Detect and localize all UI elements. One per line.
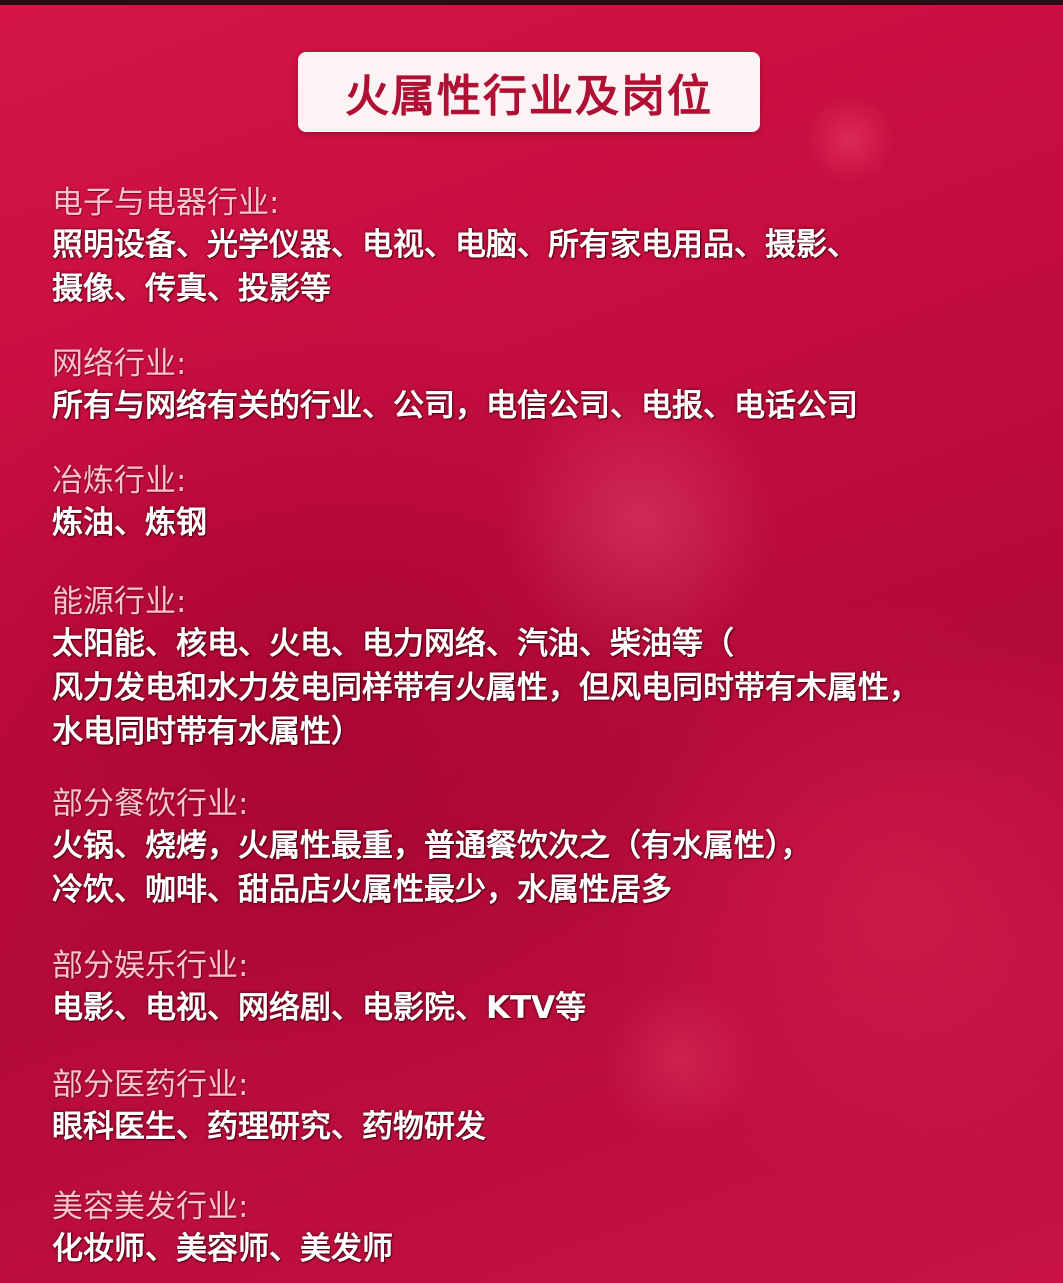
- section-heading: 美容美发行业:: [52, 1189, 249, 1225]
- section-text-line: 风力发电和水力发电同样带有火属性，但风电同时带有木属性，: [52, 670, 920, 706]
- section-energy: 能源行业: 太阳能、核电、火电、电力网络、汽油、柴油等（ 风力发电和水力发电同样…: [52, 582, 1032, 754]
- section-heading: 能源行业:: [52, 584, 187, 620]
- section-medicine: 部分医药行业: 眼科医生、药理研究、药物研发: [52, 1065, 1032, 1149]
- section-text-line: 摄像、传真、投影等: [52, 271, 331, 307]
- section-text-line: 眼科医生、药理研究、药物研发: [52, 1109, 486, 1145]
- section-text-line: 水电同时带有水属性）: [52, 714, 362, 750]
- title-card: 火属性行业及岗位: [298, 52, 760, 132]
- section-text-line: 化妆师、美容师、美发师: [52, 1231, 393, 1267]
- section-text-line: 炼油、炼钢: [52, 505, 207, 541]
- top-border: [0, 0, 1063, 5]
- section-heading: 部分餐饮行业:: [52, 786, 249, 822]
- section-heading: 冶炼行业:: [52, 463, 187, 499]
- section-entertainment: 部分娱乐行业: 电影、电视、网络剧、电影院、KTV等: [52, 946, 1032, 1030]
- section-smelting: 冶炼行业: 炼油、炼钢: [52, 461, 1032, 545]
- section-text-line: 太阳能、核电、火电、电力网络、汽油、柴油等（: [52, 626, 734, 662]
- section-heading: 网络行业:: [52, 346, 187, 382]
- section-text-line: 电影、电视、网络剧、电影院、KTV等: [52, 990, 587, 1026]
- section-text-line: 照明设备、光学仪器、电视、电脑、所有家电用品、摄影、: [52, 227, 858, 263]
- section-text-line: 所有与网络有关的行业、公司，电信公司、电报、电话公司: [52, 388, 858, 424]
- section-catering: 部分餐饮行业: 火锅、烧烤，火属性最重，普通餐饮次之（有水属性）， 冷饮、咖啡、…: [52, 784, 1032, 912]
- section-beauty: 美容美发行业: 化妆师、美容师、美发师: [52, 1187, 1032, 1271]
- section-electronics: 电子与电器行业: 照明设备、光学仪器、电视、电脑、所有家电用品、摄影、 摄像、传…: [52, 183, 1032, 311]
- section-heading: 部分娱乐行业:: [52, 948, 249, 984]
- section-text-line: 冷饮、咖啡、甜品店火属性最少，水属性居多: [52, 872, 672, 908]
- section-text-line: 火锅、烧烤，火属性最重，普通餐饮次之（有水属性），: [52, 828, 812, 864]
- section-heading: 电子与电器行业:: [52, 185, 280, 221]
- section-network: 网络行业: 所有与网络有关的行业、公司，电信公司、电报、电话公司: [52, 344, 1032, 428]
- section-heading: 部分医药行业:: [52, 1067, 249, 1103]
- page-title: 火属性行业及岗位: [345, 71, 713, 122]
